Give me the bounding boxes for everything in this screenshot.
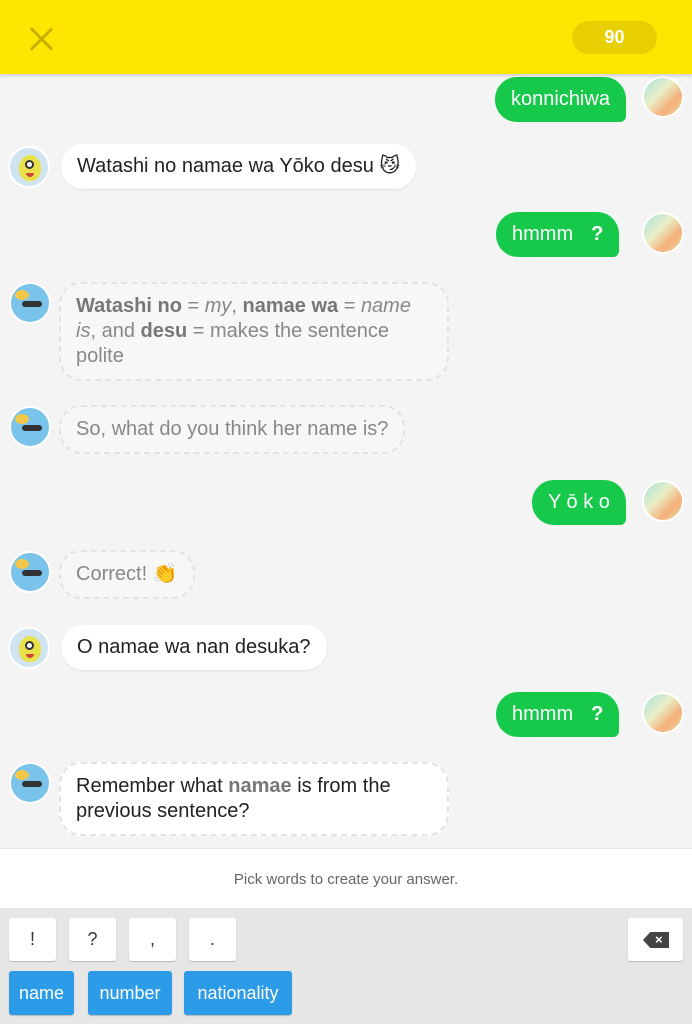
instruction-text: Pick words to create your answer. <box>233 871 459 888</box>
yoko-avatar <box>8 627 50 669</box>
score-badge: 90 <box>572 21 657 54</box>
top-bar: 90 <box>0 0 692 74</box>
message-text: konnichiwa <box>511 88 610 110</box>
user-avatar <box>642 480 684 522</box>
hint-message: So, what do you think her name is? <box>59 405 406 454</box>
key-period[interactable]: . <box>189 918 236 961</box>
tutor-avatar <box>9 762 51 804</box>
key-question[interactable]: ? <box>69 918 116 961</box>
user-avatar <box>642 692 684 734</box>
message-text: Correct! <box>76 563 148 585</box>
cat-emoji-icon: 😼 <box>379 155 401 177</box>
user-message: hmmm? <box>496 692 620 737</box>
key-comma[interactable]: , <box>129 918 176 961</box>
message-text: O namae wa nan desuka? <box>77 636 311 658</box>
chat-area[interactable]: konnichiwa Watashi no namae wa Yōko desu… <box>0 74 692 848</box>
message-text: Y ō k o <box>548 491 610 513</box>
user-message: konnichiwa <box>495 77 626 122</box>
word-key-name[interactable]: name <box>9 971 74 1015</box>
word-key-number[interactable]: number <box>88 971 172 1015</box>
message-text: hmmm <box>512 223 574 245</box>
word-key-nationality[interactable]: nationality <box>184 971 292 1015</box>
question-mark: ? <box>591 703 604 725</box>
user-avatar <box>642 212 684 254</box>
hint-message: Correct! 👏 <box>59 550 195 599</box>
hint-message: Remember what namae is from the previous… <box>59 762 449 836</box>
user-avatar <box>642 76 684 118</box>
bot-message: Watashi no namae wa Yōko desu 😼 <box>61 144 417 189</box>
word-keyboard: ! ? , . × name number nationality <box>0 908 692 1024</box>
hint-message: Watashi no = my, namae wa = name is, and… <box>59 282 449 381</box>
bot-message: O namae wa nan desuka? <box>61 625 327 670</box>
answer-prompt-bar: Pick words to create your answer. <box>0 848 692 908</box>
backspace-button[interactable]: × <box>628 918 683 961</box>
question-mark: ? <box>591 223 604 245</box>
tutor-avatar <box>9 406 51 448</box>
message-text: So, what do you think her name is? <box>76 418 389 440</box>
message-text: hmmm <box>512 703 574 725</box>
key-exclamation[interactable]: ! <box>9 918 56 961</box>
tutor-avatar <box>9 282 51 324</box>
message-text: Watashi no namae wa Yōko desu <box>77 155 374 177</box>
backspace-icon: × <box>643 932 669 948</box>
close-icon[interactable] <box>22 20 60 58</box>
yoko-avatar <box>8 146 50 188</box>
tutor-avatar <box>9 551 51 593</box>
clap-emoji-icon: 👏 <box>152 563 178 585</box>
user-message: hmmm? <box>496 212 620 257</box>
user-message: Y ō k o <box>532 480 626 525</box>
